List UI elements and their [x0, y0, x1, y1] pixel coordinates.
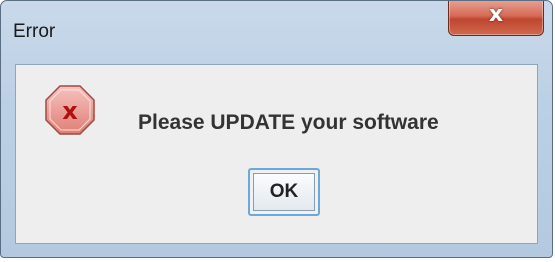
title-bar[interactable]: Error x [1, 1, 552, 51]
error-dialog-window: Error x x Please UPDATE your software OK [0, 0, 553, 258]
close-button[interactable]: x [448, 1, 544, 36]
error-message: Please UPDATE your software [138, 111, 439, 134]
close-icon: x [488, 2, 504, 27]
dialog-content: x Please UPDATE your software OK [15, 64, 538, 244]
error-icon: x [45, 85, 95, 135]
svg-text:x: x [62, 97, 78, 125]
ok-button-label: OK [253, 173, 315, 211]
window-title: Error [13, 21, 56, 42]
ok-button[interactable]: OK [248, 168, 320, 216]
